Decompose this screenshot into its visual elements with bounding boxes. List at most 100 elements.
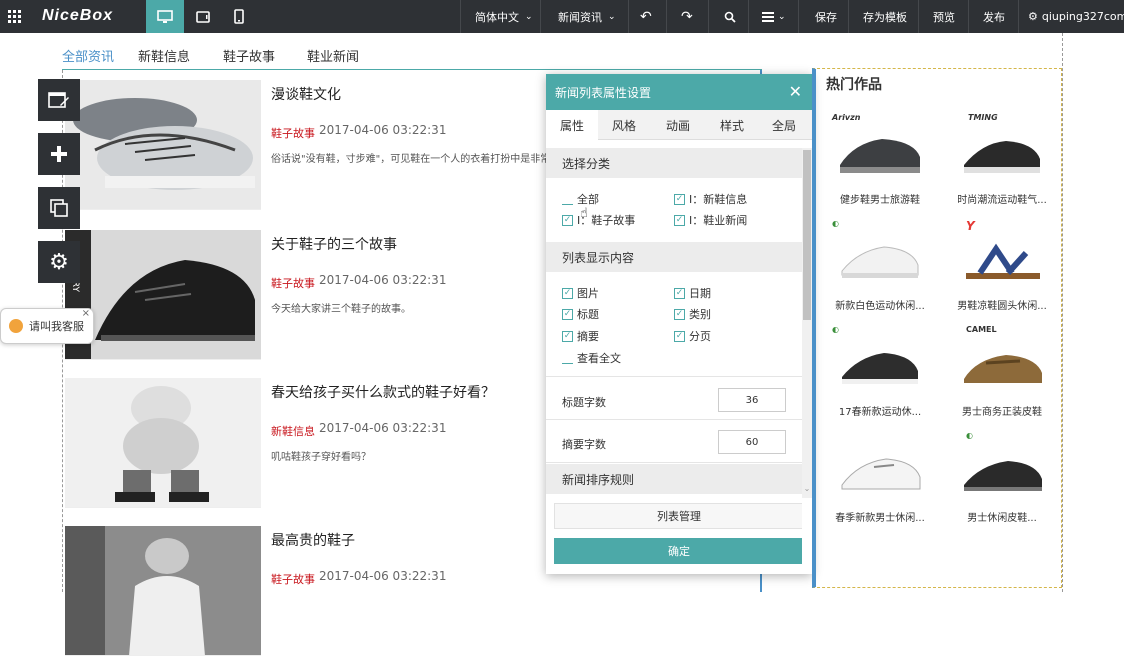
product-image[interactable] — [834, 125, 926, 183]
copy-module-button[interactable] — [38, 187, 80, 229]
article-image[interactable] — [65, 80, 261, 210]
tab-all-news[interactable]: 全部资讯 — [62, 46, 114, 65]
tab-global[interactable]: 全局 — [758, 110, 810, 140]
news-select[interactable]: 新闻资讯 ⌄ — [558, 0, 616, 33]
product-name[interactable]: 男士商务正装皮鞋 — [942, 403, 1062, 418]
summary-chars-input[interactable]: 60 — [718, 430, 786, 454]
check-icon: ✓ — [562, 214, 573, 226]
product-image[interactable] — [834, 443, 926, 501]
edit-module-button[interactable] — [38, 79, 80, 121]
article-image[interactable] — [65, 526, 261, 656]
product-card[interactable]: TMING 时尚潮流运动鞋气... — [942, 107, 1062, 213]
title-chars-input[interactable]: 36 — [718, 388, 786, 412]
chevron-down-icon[interactable]: ⌄ — [802, 484, 812, 493]
check-icon: ✓ — [674, 308, 685, 320]
add-module-button[interactable] — [38, 133, 80, 175]
article-category[interactable]: 新鞋信息 — [271, 423, 315, 439]
checkbox-read-more[interactable]: 查看全文 — [562, 350, 621, 366]
article-category[interactable]: 鞋子故事 — [271, 275, 315, 291]
publish-button[interactable]: 发布 — [983, 0, 1005, 33]
app-grid-icon[interactable] — [0, 0, 30, 33]
panel-scrollbar[interactable]: ⌄ — [802, 148, 812, 498]
article-title[interactable]: 漫谈鞋文化 — [271, 84, 341, 104]
mouse-cursor-icon: ☝ — [580, 206, 588, 221]
scrollbar-thumb[interactable] — [803, 150, 811, 320]
save-as-template-button[interactable]: 存为模板 — [863, 0, 907, 33]
checkbox-new-shoes[interactable]: ✓ I：新鞋信息 — [674, 191, 747, 207]
tab-new-shoes[interactable]: 新鞋信息 — [138, 46, 190, 65]
checkbox-unchecked — [562, 194, 573, 205]
product-image[interactable] — [956, 125, 1048, 183]
checkbox-shoe-stories[interactable]: ✓ I：鞋子故事 — [562, 212, 635, 228]
settings-button[interactable]: ⚙ — [38, 241, 80, 283]
product-name[interactable]: 17春新款运动休... — [820, 403, 940, 418]
product-card[interactable]: 春季新款男士休闲... — [820, 425, 940, 531]
product-name[interactable]: 男士休闲皮鞋... — [942, 509, 1062, 524]
undo-icon[interactable]: ↶ — [640, 0, 652, 33]
product-image[interactable] — [956, 231, 1048, 289]
list-manage-button[interactable]: 列表管理 — [554, 503, 802, 529]
product-name[interactable]: 健步鞋男士旅游鞋 — [820, 191, 940, 206]
article-category[interactable]: 鞋子故事 — [271, 125, 315, 141]
article-category[interactable]: 鞋子故事 — [271, 571, 315, 587]
user-name: qiuping327com473 — [1041, 10, 1124, 23]
product-name[interactable]: 新款白色运动休闲... — [820, 297, 940, 312]
search-icon[interactable] — [724, 0, 736, 33]
article-title[interactable]: 关于鞋子的三个故事 — [271, 234, 397, 254]
checkbox-date[interactable]: ✓ 日期 — [674, 285, 711, 301]
gear-icon: ⚙ — [49, 249, 69, 275]
tab-style[interactable]: 样式 — [706, 110, 758, 140]
product-name[interactable]: 时尚潮流运动鞋气... — [942, 191, 1062, 206]
close-icon[interactable]: ✕ — [789, 82, 802, 101]
user-account[interactable]: ⚙qiuping327com473 — [1028, 0, 1124, 33]
product-brand-logo: ◐ — [832, 325, 839, 334]
product-card[interactable]: ◐ 17春新款运动休... — [820, 319, 940, 425]
product-name[interactable]: 春季新款男士休闲... — [820, 509, 940, 524]
product-brand: CAMEL — [966, 325, 997, 334]
article-title[interactable]: 春天给孩子买什么款式的鞋子好看？ — [271, 382, 495, 402]
desktop-icon — [157, 9, 173, 23]
article-date: 2017-04-06 03:22:31 — [319, 123, 447, 137]
confirm-button[interactable]: 确定 — [554, 538, 802, 564]
checkbox-image[interactable]: ✓ 图片 — [562, 285, 599, 301]
product-image[interactable] — [956, 443, 1048, 501]
tab-shoe-news[interactable]: 鞋业新闻 — [307, 46, 359, 65]
product-card[interactable]: ◐ 新款白色运动休闲... — [820, 213, 940, 319]
product-card[interactable]: CAMEL 男士商务正装皮鞋 — [942, 319, 1062, 425]
mobile-view-button[interactable] — [220, 0, 258, 33]
tab-animation[interactable]: 动画 — [652, 110, 704, 140]
tab-style-theme[interactable]: 风格 — [598, 110, 650, 140]
title-chars-label: 标题字数 — [562, 396, 606, 409]
product-card[interactable]: Arivzn 健步鞋男士旅游鞋 — [820, 107, 940, 213]
preview-button[interactable]: 预览 — [933, 0, 955, 33]
article-image[interactable] — [65, 378, 261, 508]
article-title[interactable]: 最高贵的鞋子 — [271, 530, 355, 550]
tab-properties[interactable]: 属性 — [546, 110, 598, 140]
product-image[interactable] — [834, 231, 926, 289]
checkbox-shoe-news[interactable]: ✓ I：鞋业新闻 — [674, 212, 747, 228]
checkbox-all[interactable]: 全部 — [562, 191, 599, 207]
checkbox-title[interactable]: ✓ 标题 — [562, 306, 599, 322]
save-button[interactable]: 保存 — [815, 0, 837, 33]
tab-shoe-stories[interactable]: 鞋子故事 — [223, 46, 275, 65]
product-name[interactable]: 男鞋凉鞋圆头休闲... — [942, 297, 1062, 312]
article-image[interactable]: CENTURY — [65, 230, 261, 360]
checkbox-pagination[interactable]: ✓ 分页 — [674, 328, 711, 344]
menu-dropdown[interactable]: ⌄ — [762, 0, 786, 33]
desktop-view-button[interactable] — [146, 0, 184, 33]
check-icon: ✓ — [674, 193, 685, 205]
article-summary: 俗话说"没有鞋，寸步难"，可见鞋在一个人的衣着打扮中是非常重要 — [271, 154, 571, 165]
redo-icon[interactable]: ↷ — [681, 0, 693, 33]
language-select[interactable]: 简体中文 ⌄ — [475, 0, 533, 33]
product-image[interactable] — [834, 337, 926, 395]
customer-service-chat[interactable]: 请叫我客服 × — [0, 308, 94, 344]
checkbox-summary[interactable]: ✓ 摘要 — [562, 328, 599, 344]
checkbox-label: 查看全文 — [577, 352, 621, 365]
product-card[interactable]: Y 男鞋凉鞋圆头休闲... — [942, 213, 1062, 319]
chevron-down-icon: ⌄ — [608, 11, 616, 22]
product-card[interactable]: ◐ 男士休闲皮鞋... — [942, 425, 1062, 531]
product-image[interactable] — [956, 337, 1048, 395]
close-icon[interactable]: × — [82, 308, 90, 319]
checkbox-category[interactable]: ✓ 类别 — [674, 306, 711, 322]
tablet-view-button[interactable] — [184, 0, 222, 33]
